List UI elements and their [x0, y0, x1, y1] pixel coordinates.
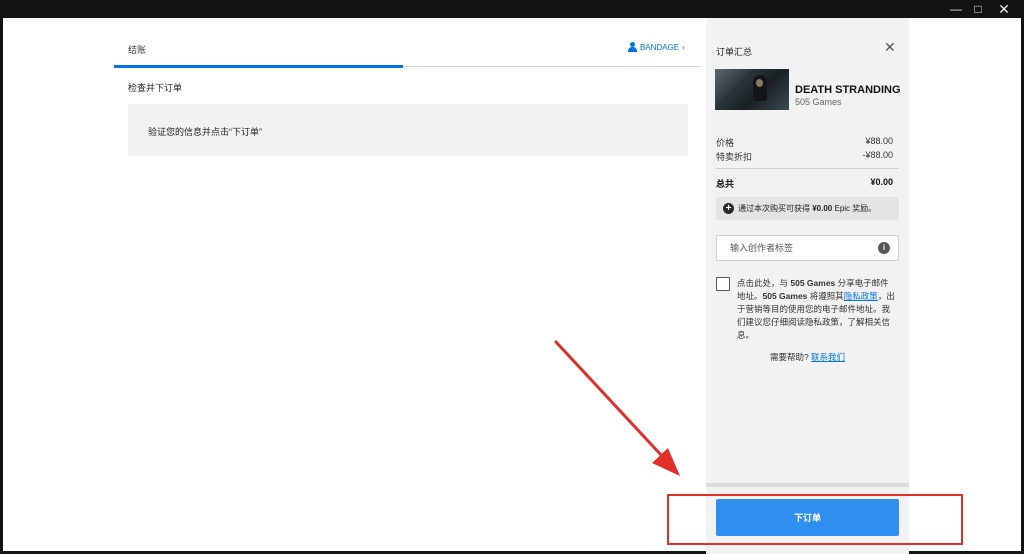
privacy-policy-link[interactable]: 隐私政策 [844, 291, 878, 301]
share-email-checkbox[interactable] [716, 277, 730, 291]
price-label: 价格 [716, 138, 735, 148]
section-title: 检查并下订单 [128, 83, 183, 93]
share-email-consent-text: 点击此处，与 505 Games 分享电子邮件地址。505 Games 将遵照其… [737, 278, 895, 340]
minimize-icon[interactable]: — [944, 1, 968, 17]
creator-tag-input[interactable] [716, 235, 899, 261]
discount-value: -¥88.00 [862, 150, 893, 160]
annotation-arrow-shaft [554, 340, 664, 458]
price-divider [716, 168, 899, 169]
verify-info-box: 验证您的信息并点击“下订单” [128, 104, 688, 156]
discount-row: 特卖折扣 -¥88.00 [716, 150, 893, 163]
plus-circle-icon: + [723, 203, 734, 214]
tab-checkout[interactable]: 结账 [128, 43, 146, 56]
epic-reward-notice: + 通过本次购买可获得 ¥0.00 Epic 奖励。 [716, 197, 899, 220]
window-close-icon[interactable]: ✕ [992, 1, 1016, 17]
title-bar [0, 0, 1024, 18]
tab-active-indicator [114, 65, 403, 68]
maximize-icon[interactable]: □ [966, 1, 990, 17]
help-row: 需要帮助? 联系我们 [716, 351, 899, 363]
game-thumbnail [715, 69, 789, 110]
user-name: BANDAGE [640, 42, 680, 52]
info-icon[interactable]: i [878, 242, 890, 254]
annotation-highlight-box [667, 494, 963, 545]
price-row: 价格 ¥88.00 [716, 136, 893, 149]
user-menu[interactable]: BANDAGE › [628, 42, 685, 52]
order-summary-panel: 订单汇总 ✕ DEATH STRANDING 505 Games 价格 ¥88.… [706, 18, 909, 554]
game-name: DEATH STRANDING [795, 84, 901, 96]
close-icon[interactable]: ✕ [884, 40, 896, 54]
total-label: 总共 [716, 179, 735, 189]
panel-footer-divider [706, 483, 909, 487]
verify-message: 验证您的信息并点击“下订单” [148, 127, 262, 137]
game-thumbnail-face [756, 79, 763, 87]
game-publisher: 505 Games [795, 97, 842, 107]
order-summary-title: 订单汇总 [716, 47, 753, 57]
price-value: ¥88.00 [865, 136, 893, 146]
user-icon [628, 42, 637, 52]
discount-label: 特卖折扣 [716, 152, 753, 162]
chevron-right-icon: › [682, 42, 685, 52]
annotation-arrow-head [652, 448, 680, 476]
window-border-left [0, 18, 3, 554]
total-value: ¥0.00 [870, 177, 893, 187]
total-row: 总共 ¥0.00 [716, 177, 893, 190]
help-text: 需要帮助? [769, 352, 809, 362]
contact-us-link[interactable]: 联系我们 [811, 352, 845, 362]
reward-text: 通过本次购买可获得 ¥0.00 Epic 奖励。 [738, 204, 877, 213]
